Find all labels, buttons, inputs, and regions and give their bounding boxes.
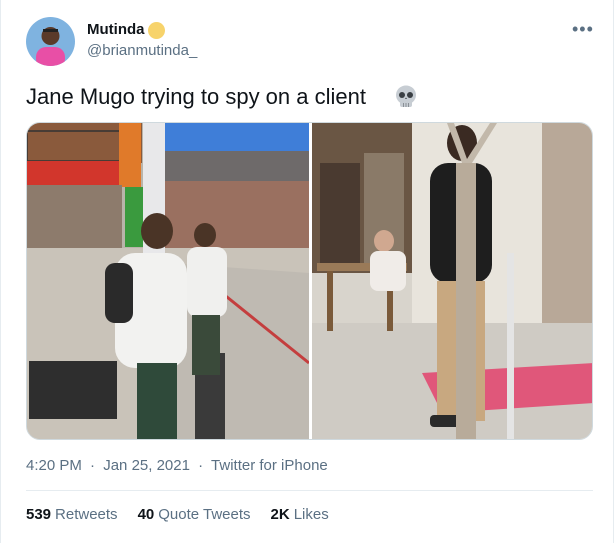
- tweet-meta: 4:20 PM · Jan 25, 2021 · Twitter for iPh…: [26, 457, 332, 474]
- divider: [26, 490, 593, 491]
- more-options-icon[interactable]: •••: [572, 20, 594, 38]
- media-photo-left[interactable]: [27, 123, 309, 439]
- skull-icon: [396, 85, 416, 107]
- tweet-source[interactable]: Twitter for iPhone: [211, 457, 328, 474]
- retweets-label: Retweets: [55, 506, 118, 523]
- quotes-count: 40: [137, 506, 155, 523]
- tweet-date[interactable]: Jan 25, 2021: [103, 457, 190, 474]
- tweet-stats: 539 Retweets 40 Quote Tweets 2K Likes: [26, 506, 329, 523]
- likes-count: 2K: [270, 506, 290, 523]
- quotes-label: Quote Tweets: [158, 506, 251, 523]
- user-name[interactable]: Mutinda: [87, 21, 145, 38]
- avatar[interactable]: [26, 17, 75, 66]
- quotes-stat[interactable]: 40 Quote Tweets: [138, 506, 251, 523]
- media-photo-right[interactable]: [312, 123, 592, 439]
- tweet-media[interactable]: [26, 122, 593, 440]
- tweet-text: Jane Mugo trying to spy on a client: [26, 84, 366, 109]
- likes-label: Likes: [293, 506, 329, 523]
- tweet-card: Mutinda @brianmutinda_ ••• Jane Mugo try…: [0, 0, 614, 543]
- retweets-count: 539: [26, 506, 52, 523]
- likes-stat[interactable]: 2K Likes: [271, 506, 329, 523]
- verified-icon: [148, 22, 165, 39]
- user-handle[interactable]: @brianmutinda_: [87, 42, 197, 59]
- meta-separator: ·: [90, 457, 96, 474]
- tweet-time[interactable]: 4:20 PM: [26, 457, 82, 474]
- meta-separator: ·: [198, 457, 204, 474]
- retweets-stat[interactable]: 539 Retweets: [26, 506, 118, 523]
